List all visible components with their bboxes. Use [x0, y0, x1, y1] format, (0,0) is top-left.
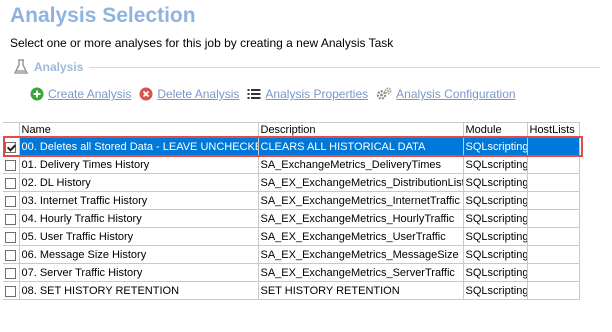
- row-checkbox[interactable]: [5, 141, 16, 153]
- row-checkbox[interactable]: [5, 285, 16, 297]
- table-row[interactable]: 06. Message Size History SA_EX_ExchangeMe…: [3, 245, 580, 264]
- analysis-configuration-button[interactable]: Analysis Configuration: [376, 87, 516, 101]
- delete-analysis-label: Delete Analysis: [157, 87, 240, 101]
- cell-module: SQLscripting: [462, 137, 528, 156]
- table-row[interactable]: 00. Deletes all Stored Data - LEAVE UNCH…: [3, 137, 580, 156]
- table-row[interactable]: 04. Hourly Traffic History SA_EX_Exchange…: [3, 209, 580, 228]
- cell-description: SA_EX_ExchangeMetrics_DistributionLists: [257, 173, 464, 192]
- analysis-grid: Name Description Module HostLists 00. De…: [3, 122, 609, 322]
- cell-name: 02. DL History: [18, 173, 259, 192]
- cell-description: CLEARS ALL HISTORICAL DATA: [257, 137, 464, 156]
- table-row[interactable]: 05. User Traffic History SA_EX_ExchangeMe…: [3, 227, 580, 246]
- cell-description: SA_ExchangeMetrics_DeliveryTimes: [257, 155, 464, 174]
- row-checkbox[interactable]: [5, 213, 16, 225]
- row-checkbox-cell: [3, 227, 20, 246]
- section-label: Analysis: [34, 60, 84, 74]
- cell-name: 08. SET HISTORY RETENTION: [18, 281, 259, 300]
- cell-description: SET HISTORY RETENTION: [257, 281, 464, 300]
- row-checkbox[interactable]: [5, 231, 16, 243]
- delete-analysis-button[interactable]: Delete Analysis: [139, 87, 239, 101]
- cell-module: SQLscripting: [462, 173, 528, 192]
- cell-description: SA_EX_ExchangeMetrics_InternetTraffic: [257, 191, 464, 210]
- column-header-name[interactable]: Name: [18, 122, 259, 138]
- column-header-module[interactable]: Module: [462, 122, 528, 138]
- column-header-hostlists[interactable]: HostLists: [526, 122, 580, 138]
- cell-name: 00. Deletes all Stored Data - LEAVE UNCH…: [18, 137, 259, 156]
- cell-hostlists: [526, 263, 580, 282]
- list-icon: [247, 89, 261, 99]
- row-checkbox[interactable]: [5, 249, 16, 261]
- cell-hostlists: [526, 137, 580, 156]
- analysis-properties-label: Analysis Properties: [265, 87, 369, 101]
- cell-description: SA_EX_ExchangeMetrics_MessageSize: [257, 245, 464, 264]
- cell-module: SQLscripting: [462, 191, 528, 210]
- row-checkbox-cell: [3, 191, 20, 210]
- table-row[interactable]: 08. SET HISTORY RETENTION SET HISTORY RET…: [3, 281, 580, 300]
- table-header-row: Name Description Module HostLists: [3, 122, 580, 138]
- row-checkbox-cell: [3, 209, 20, 228]
- column-header-description[interactable]: Description: [257, 122, 464, 138]
- cell-description: SA_EX_ExchangeMetrics_HourlyTraffic: [257, 209, 464, 228]
- cell-description: SA_EX_ExchangeMetrics_ServerTraffic: [257, 263, 464, 282]
- cell-hostlists: [526, 209, 580, 228]
- analysis-section-header: Analysis: [12, 58, 600, 76]
- analysis-table: Name Description Module HostLists 00. De…: [3, 122, 580, 300]
- row-checkbox[interactable]: [5, 267, 16, 279]
- row-checkbox-cell: [3, 245, 20, 264]
- cell-module: SQLscripting: [462, 227, 528, 246]
- flask-icon: [13, 59, 29, 74]
- cell-name: 06. Message Size History: [18, 245, 259, 264]
- table-row[interactable]: 01. Delivery Times History SA_ExchangeMet…: [3, 155, 580, 174]
- table-row[interactable]: 02. DL History SA_EX_ExchangeMetrics_Dist…: [3, 173, 580, 192]
- row-checkbox-cell: [3, 281, 20, 300]
- create-analysis-label: Create Analysis: [48, 87, 132, 101]
- table-row[interactable]: 03. Internet Traffic History SA_EX_Exchan…: [3, 191, 580, 210]
- row-checkbox[interactable]: [5, 195, 16, 207]
- cell-name: 01. Delivery Times History: [18, 155, 259, 174]
- cell-name: 04. Hourly Traffic History: [18, 209, 259, 228]
- checkbox-column-header: [3, 122, 20, 138]
- cell-module: SQLscripting: [462, 209, 528, 228]
- plus-circle-icon: [30, 87, 44, 101]
- gears-icon: [376, 87, 392, 100]
- row-checkbox-cell: [3, 173, 20, 192]
- row-checkbox[interactable]: [5, 159, 16, 171]
- cell-module: SQLscripting: [462, 281, 528, 300]
- row-checkbox-cell: [3, 155, 20, 174]
- row-checkbox-cell: [3, 137, 20, 156]
- row-checkbox[interactable]: [5, 177, 16, 189]
- cell-hostlists: [526, 245, 580, 264]
- row-checkbox-cell: [3, 263, 20, 282]
- x-circle-icon: [139, 87, 153, 101]
- section-divider: [89, 66, 600, 68]
- create-analysis-button[interactable]: Create Analysis: [30, 87, 131, 101]
- cell-name: 07. Server Traffic History: [18, 263, 259, 282]
- cell-module: SQLscripting: [462, 263, 528, 282]
- page-title: Analysis Selection: [10, 4, 196, 27]
- cell-hostlists: [526, 281, 580, 300]
- analysis-configuration-label: Analysis Configuration: [396, 87, 516, 101]
- analysis-properties-button[interactable]: Analysis Properties: [247, 87, 368, 101]
- cell-description: SA_EX_ExchangeMetrics_UserTraffic: [257, 227, 464, 246]
- cell-hostlists: [526, 227, 580, 246]
- table-row[interactable]: 07. Server Traffic History SA_EX_Exchange…: [3, 263, 580, 282]
- page-subtitle: Select one or more analyses for this job…: [10, 36, 394, 50]
- cell-hostlists: [526, 173, 580, 192]
- analysis-toolbar: Create Analysis Delete Analysis Analysis…: [30, 86, 524, 102]
- cell-hostlists: [526, 155, 580, 174]
- cell-name: 05. User Traffic History: [18, 227, 259, 246]
- cell-module: SQLscripting: [462, 155, 528, 174]
- cell-hostlists: [526, 191, 580, 210]
- cell-name: 03. Internet Traffic History: [18, 191, 259, 210]
- cell-module: SQLscripting: [462, 245, 528, 264]
